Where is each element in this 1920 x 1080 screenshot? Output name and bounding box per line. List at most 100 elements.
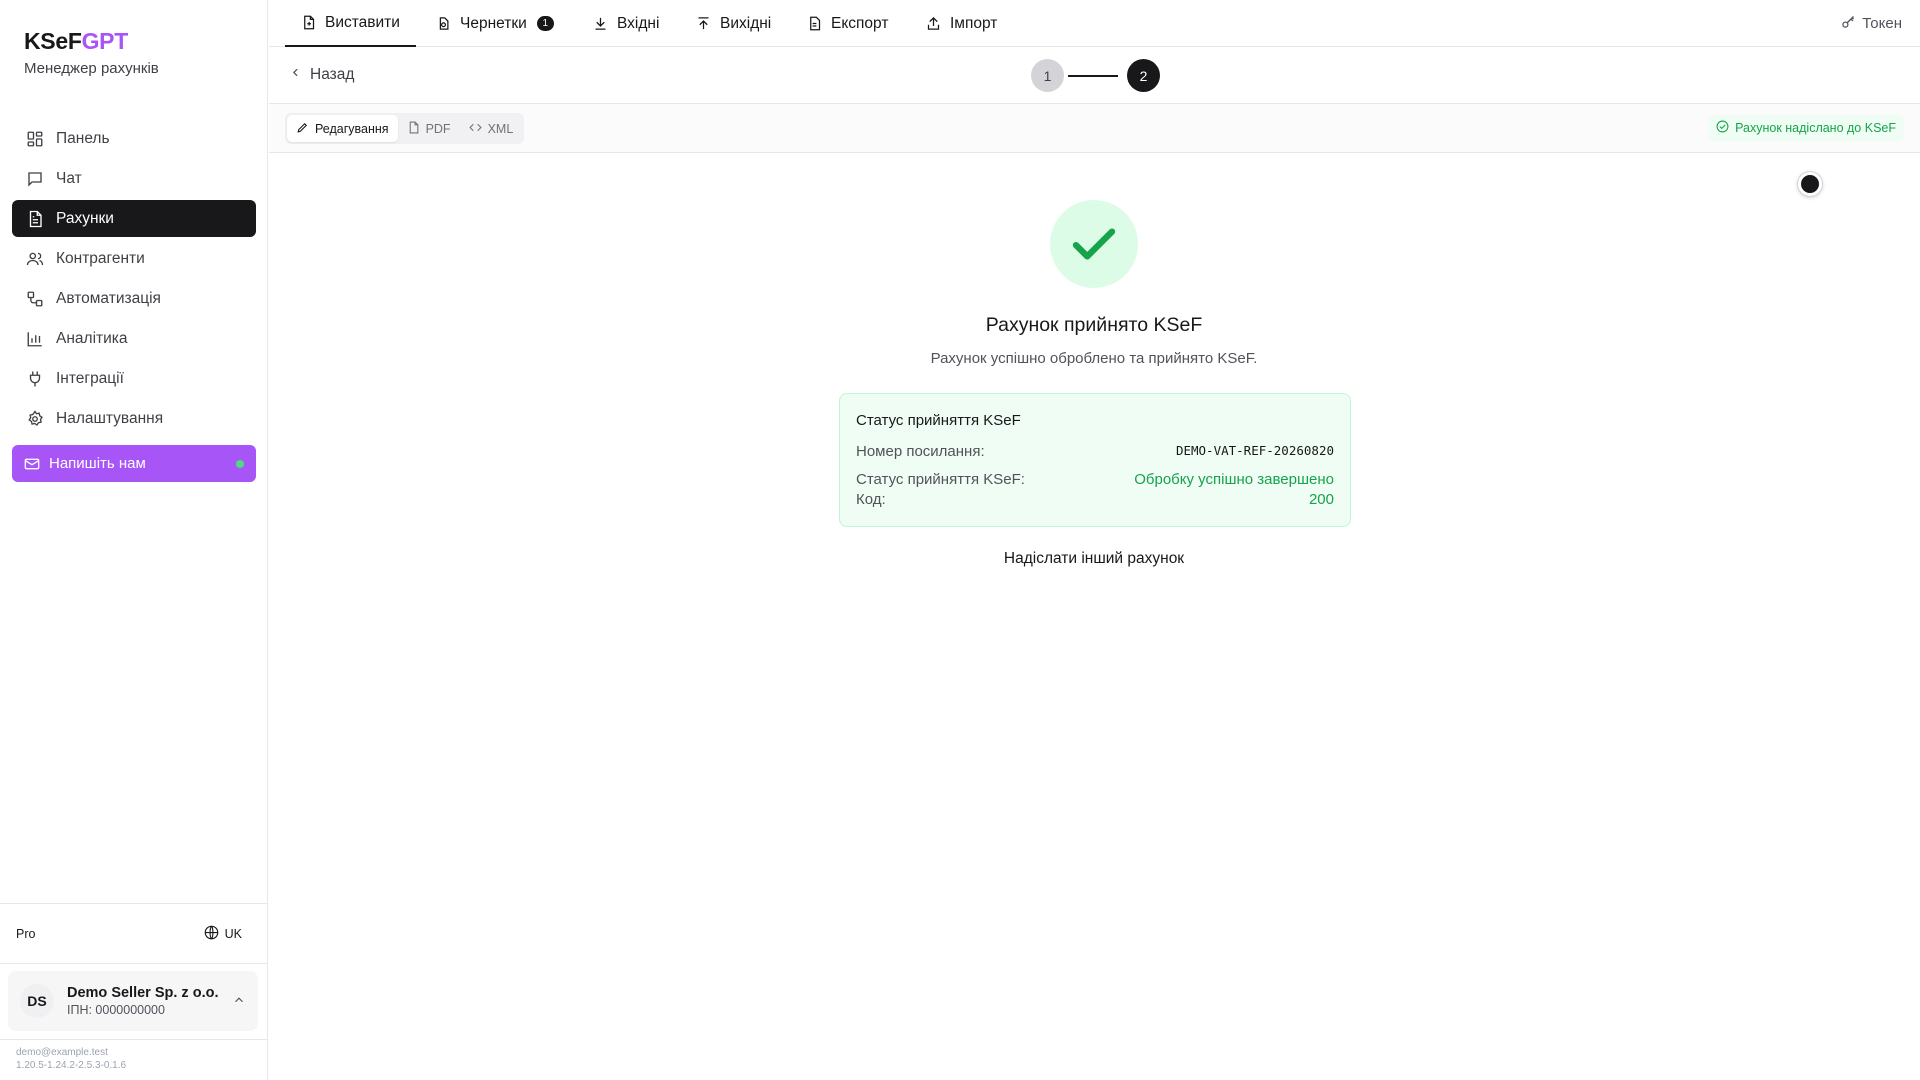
sidebar-item-label: Чат xyxy=(56,169,82,187)
sidebar-item-label: Інтеграції xyxy=(56,369,124,387)
sidebar-item-contractors[interactable]: Контрагенти xyxy=(12,240,256,277)
upload-icon xyxy=(696,16,712,32)
brand-logo: KSeFGPT xyxy=(24,28,159,55)
export-icon xyxy=(807,16,823,32)
chevron-up-icon xyxy=(232,993,246,1012)
tab-issue[interactable]: Виставити xyxy=(285,0,416,47)
status-card-title: Статус прийняття KSeF xyxy=(856,412,1021,429)
code-label: Код: xyxy=(856,491,886,508)
sidebar-footer: demo@example.test 1.20.5-1.24.2-2.5.3-0.… xyxy=(0,1039,268,1080)
view-mode-toggle: Редагування PDF XML xyxy=(285,113,525,144)
brand-name-main: KSeF xyxy=(24,28,82,54)
sidebar-item-label: Аналітика xyxy=(56,329,128,347)
view-mode-row: Редагування PDF XML Рахунок надіслано до… xyxy=(269,104,1920,153)
drafts-count-badge: 1 xyxy=(536,16,554,31)
ksef-status-card: Статус прийняття KSeF Номер посилання: D… xyxy=(839,393,1351,527)
account-switcher[interactable]: DS Demo Seller Sp. z o.o. ІПН: 000000000… xyxy=(8,971,258,1031)
chat-icon xyxy=(25,169,44,188)
mail-icon xyxy=(24,455,41,472)
download-icon xyxy=(593,16,609,32)
page-title: Рахунок прийнято KSeF xyxy=(985,314,1203,336)
key-icon xyxy=(1841,14,1856,33)
gear-icon xyxy=(25,409,44,428)
language-code: UK xyxy=(224,926,242,941)
sidebar-item-dashboard[interactable]: Панель xyxy=(12,120,256,157)
user-email: demo@example.test xyxy=(16,1047,108,1058)
status-badge-label: Рахунок надіслано до KSeF xyxy=(1735,121,1896,135)
token-button[interactable]: Токен xyxy=(1841,0,1902,47)
sidebar-item-settings[interactable]: Налаштування xyxy=(12,400,256,437)
sidebar-item-analytics[interactable]: Аналітика xyxy=(12,320,256,357)
acceptance-status-row: Статус прийняття KSeF: Обробку успішно з… xyxy=(856,471,1334,488)
tab-outgoing[interactable]: Вихідні xyxy=(696,0,771,47)
code-row: Код: 200 xyxy=(856,491,1334,508)
step-1[interactable]: 1 xyxy=(1031,59,1064,92)
user-block: DS Demo Seller Sp. z o.o. ІПН: 000000000… xyxy=(0,963,268,1039)
pencil-icon xyxy=(296,121,309,137)
sidebar-item-label: Рахунки xyxy=(56,209,114,227)
chart-icon xyxy=(25,329,44,348)
tab-export[interactable]: Експорт xyxy=(807,0,888,47)
file-icon xyxy=(407,121,420,137)
app-version: 1.20.5-1.24.2-2.5.3-0.1.6 xyxy=(16,1060,127,1071)
file-plus-icon xyxy=(301,15,317,31)
tab-label: Вихідні xyxy=(720,14,772,32)
sidebar-nav: Панель Чат Рахунки Контрагенти Автоматиз… xyxy=(12,120,256,440)
invoice-icon xyxy=(25,209,44,228)
view-mode-label: Редагування xyxy=(315,121,389,136)
sidebar: KSeFGPT Менеджер рахунків Панель Чат Рах… xyxy=(0,0,268,1080)
sidebar-item-label: Контрагенти xyxy=(56,249,145,267)
status-badge: Рахунок надіслано до KSeF xyxy=(1708,115,1904,141)
sidebar-item-label: Налаштування xyxy=(56,409,164,427)
brand-name-accent: GPT xyxy=(81,28,129,54)
plan-language-row: Pro UK xyxy=(0,903,268,963)
avatar: DS xyxy=(20,984,54,1018)
page-subtitle: Рахунок успішно оброблено та прийнято KS… xyxy=(930,350,1258,367)
acceptance-status-value: Обробку успішно завершено xyxy=(1134,471,1334,488)
step-2[interactable]: 2 xyxy=(1127,59,1160,92)
dashboard-icon xyxy=(25,129,44,148)
sidebar-item-invoices[interactable]: Рахунки xyxy=(12,200,256,237)
view-mode-edit[interactable]: Редагування xyxy=(287,115,398,142)
draft-icon xyxy=(436,16,452,32)
plug-icon xyxy=(25,369,44,388)
company-name: Demo Seller Sp. z o.o. xyxy=(67,985,219,1001)
view-mode-label: XML xyxy=(487,121,514,136)
online-indicator xyxy=(236,460,244,468)
send-another-invoice-button[interactable]: Надіслати інший рахунок xyxy=(760,550,1428,568)
tab-incoming[interactable]: Вхідні xyxy=(593,0,659,47)
brand[interactable]: KSeFGPT Менеджер рахунків xyxy=(24,28,159,77)
sidebar-item-label: Автоматизація xyxy=(56,289,161,307)
tab-drafts[interactable]: Чернетки 1 xyxy=(436,0,554,47)
code-icon xyxy=(468,121,482,137)
record-indicator[interactable] xyxy=(1798,172,1822,196)
back-button[interactable]: Назад xyxy=(289,47,354,103)
stepper-row: Назад 1 2 xyxy=(269,47,1920,104)
view-mode-xml[interactable]: XML xyxy=(460,115,523,142)
sidebar-item-integrations[interactable]: Інтеграції xyxy=(12,360,256,397)
sidebar-item-chat[interactable]: Чат xyxy=(12,160,256,197)
reference-value: DEMO-VAT-REF-20260820 xyxy=(1175,443,1334,458)
company-tax-id: ІПН: 0000000000 xyxy=(67,1003,165,1017)
workflow-icon xyxy=(25,289,44,308)
plan-label: Pro xyxy=(16,926,36,941)
tab-import[interactable]: Імпорт xyxy=(926,0,997,47)
language-switcher[interactable]: UK xyxy=(204,925,242,943)
tab-label: Імпорт xyxy=(950,14,998,32)
sidebar-item-automation[interactable]: Автоматизація xyxy=(12,280,256,317)
step-connector xyxy=(1068,75,1118,77)
top-tabs: Виставити Чернетки 1 Вхідні Вихідні Експ… xyxy=(269,0,1920,47)
sidebar-item-label: Панель xyxy=(56,129,110,147)
contact-us-button[interactable]: Напишіть нам xyxy=(12,445,256,482)
tab-label: Вхідні xyxy=(617,14,660,32)
contact-us-label: Напишіть нам xyxy=(49,455,146,472)
view-mode-pdf[interactable]: PDF xyxy=(398,115,460,142)
chevron-left-icon xyxy=(289,66,302,84)
success-check-icon xyxy=(1050,200,1138,288)
back-label: Назад xyxy=(310,66,355,83)
reference-row: Номер посилання: DEMO-VAT-REF-20260820 xyxy=(856,443,1334,460)
token-label: Токен xyxy=(1862,15,1902,32)
tab-label: Експорт xyxy=(831,14,889,32)
acceptance-status-label: Статус прийняття KSeF: xyxy=(856,471,1025,488)
check-circle-icon xyxy=(1716,120,1729,136)
